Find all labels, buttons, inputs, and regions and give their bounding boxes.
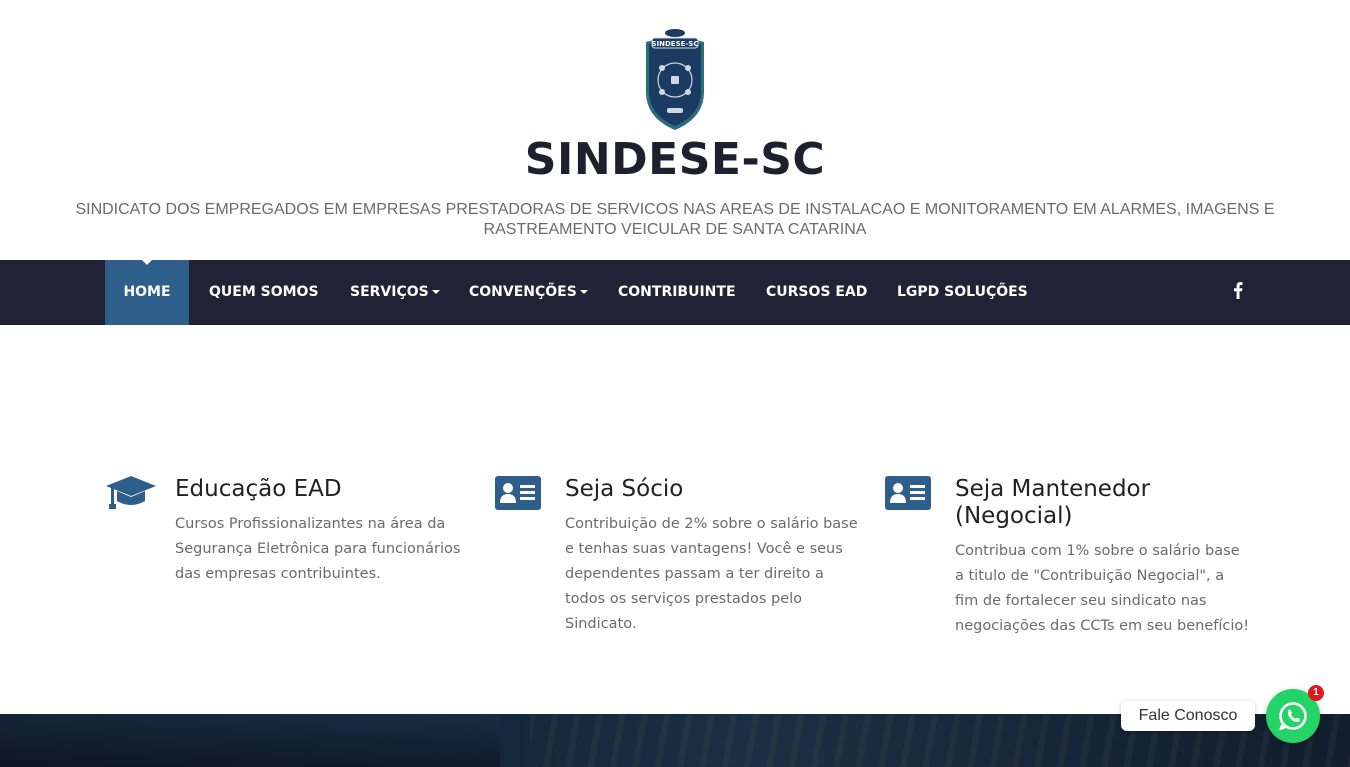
logo-wordmark: SINDESE-SC	[651, 40, 698, 48]
feature-title: Seja Mantenedor (Negocial)	[955, 476, 1151, 529]
feature-title: Seja Sócio	[565, 476, 684, 502]
nav-item-home[interactable]: HOME	[105, 260, 189, 325]
nav-item-label: CONVENÇÕES	[469, 284, 577, 300]
feature-text: Contribua com 1% sobre o salário base a …	[955, 543, 1250, 634]
nav-item-label: CURSOS EAD	[766, 284, 868, 300]
nav-item-servicos[interactable]: SERVIÇOS	[350, 260, 440, 325]
caret-down-icon	[579, 290, 588, 294]
id-card-icon	[885, 474, 931, 517]
caret-down-icon	[431, 290, 440, 294]
nav-item-cursos-ead[interactable]: CURSOS EAD	[766, 260, 867, 325]
facebook-icon[interactable]	[1233, 282, 1245, 300]
graduation-cap-icon	[105, 474, 157, 515]
union-logo[interactable]: SINDESE-SC	[640, 28, 710, 132]
site-header: SINDESE-SC SINDESE-SC SINDICATO DOS EMPR…	[0, 0, 1350, 260]
nav-item-quem-somos[interactable]: QUEM SOMOS	[209, 260, 319, 325]
feature-text: Contribuição de 2% sobre o salário base …	[565, 516, 858, 632]
nav-item-label: QUEM SOMOS	[209, 284, 319, 300]
id-card-icon	[495, 474, 541, 517]
nav-item-label: LGPD SOLUÇÕES	[897, 284, 1028, 300]
nav-item-convencoes[interactable]: CONVENÇÕES	[469, 260, 588, 325]
feature-text: Cursos Profissionalizantes na área da Se…	[175, 516, 461, 582]
shield-logo-icon: SINDESE-SC	[646, 29, 704, 130]
nav-item-label: HOME	[123, 284, 171, 300]
chat-label[interactable]: Fale Conosco	[1121, 701, 1255, 731]
nav-item-lgpd-solucoes[interactable]: LGPD SOLUÇÕES	[897, 260, 1028, 325]
hero-image-shade	[0, 714, 500, 767]
site-tagline: SINDICATO DOS EMPREGADOS EM EMPRESAS PRE…	[75, 201, 1275, 238]
nav-item-contribuinte[interactable]: CONTRIBUINTE	[618, 260, 736, 325]
main-navigation: HOME QUEM SOMOS SERVIÇOS CONVENÇÕES CONT…	[0, 260, 1350, 325]
nav-item-label: SERVIÇOS	[350, 284, 429, 300]
feature-title: Educação EAD	[175, 476, 342, 502]
nav-item-label: CONTRIBUINTE	[618, 284, 736, 300]
notification-badge: 1	[1308, 685, 1324, 701]
site-title[interactable]: SINDESE-SC	[0, 134, 1350, 185]
